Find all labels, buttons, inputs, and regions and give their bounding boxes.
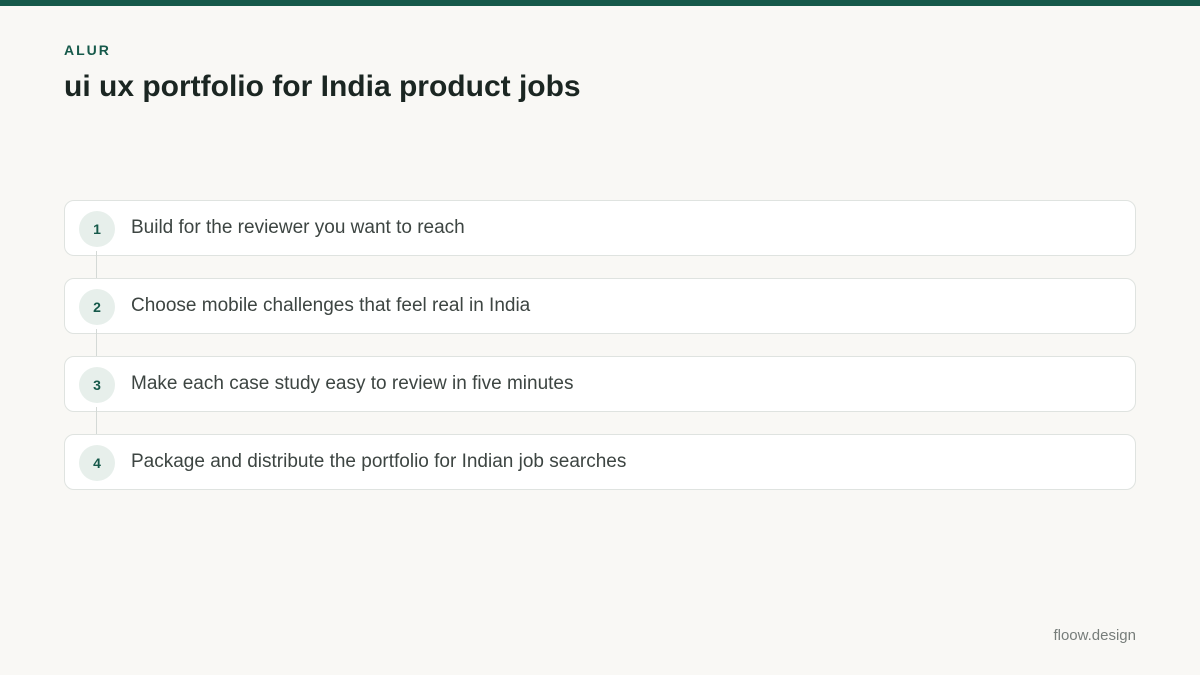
- step-label: Choose mobile challenges that feel real …: [131, 295, 531, 316]
- step-connector-line: [96, 329, 97, 356]
- step-number-badge: 1: [79, 211, 115, 247]
- step-number-badge: 2: [79, 289, 115, 325]
- step-connector-line: [96, 251, 97, 278]
- step-item-2: 2 Choose mobile challenges that feel rea…: [64, 278, 1136, 356]
- step-label: Make each case study easy to review in f…: [131, 373, 574, 394]
- step-item-3: 3 Make each case study easy to review in…: [64, 356, 1136, 434]
- step-number-badge: 4: [79, 445, 115, 481]
- footer-brand: floow.design: [1053, 627, 1136, 644]
- eyebrow-label: ALUR: [64, 42, 111, 58]
- step-label: Build for the reviewer you want to reach: [131, 217, 465, 238]
- step-item-4: 4 Package and distribute the portfolio f…: [64, 434, 1136, 490]
- step-item-1: 1 Build for the reviewer you want to rea…: [64, 200, 1136, 278]
- steps-list: 1 Build for the reviewer you want to rea…: [64, 200, 1136, 490]
- top-accent-bar: [0, 0, 1200, 6]
- step-number-badge: 3: [79, 367, 115, 403]
- header: ALUR ui ux portfolio for India product j…: [64, 42, 581, 105]
- step-label: Package and distribute the portfolio for…: [131, 451, 627, 472]
- page-title: ui ux portfolio for India product jobs: [64, 70, 581, 103]
- step-connector-line: [96, 407, 97, 434]
